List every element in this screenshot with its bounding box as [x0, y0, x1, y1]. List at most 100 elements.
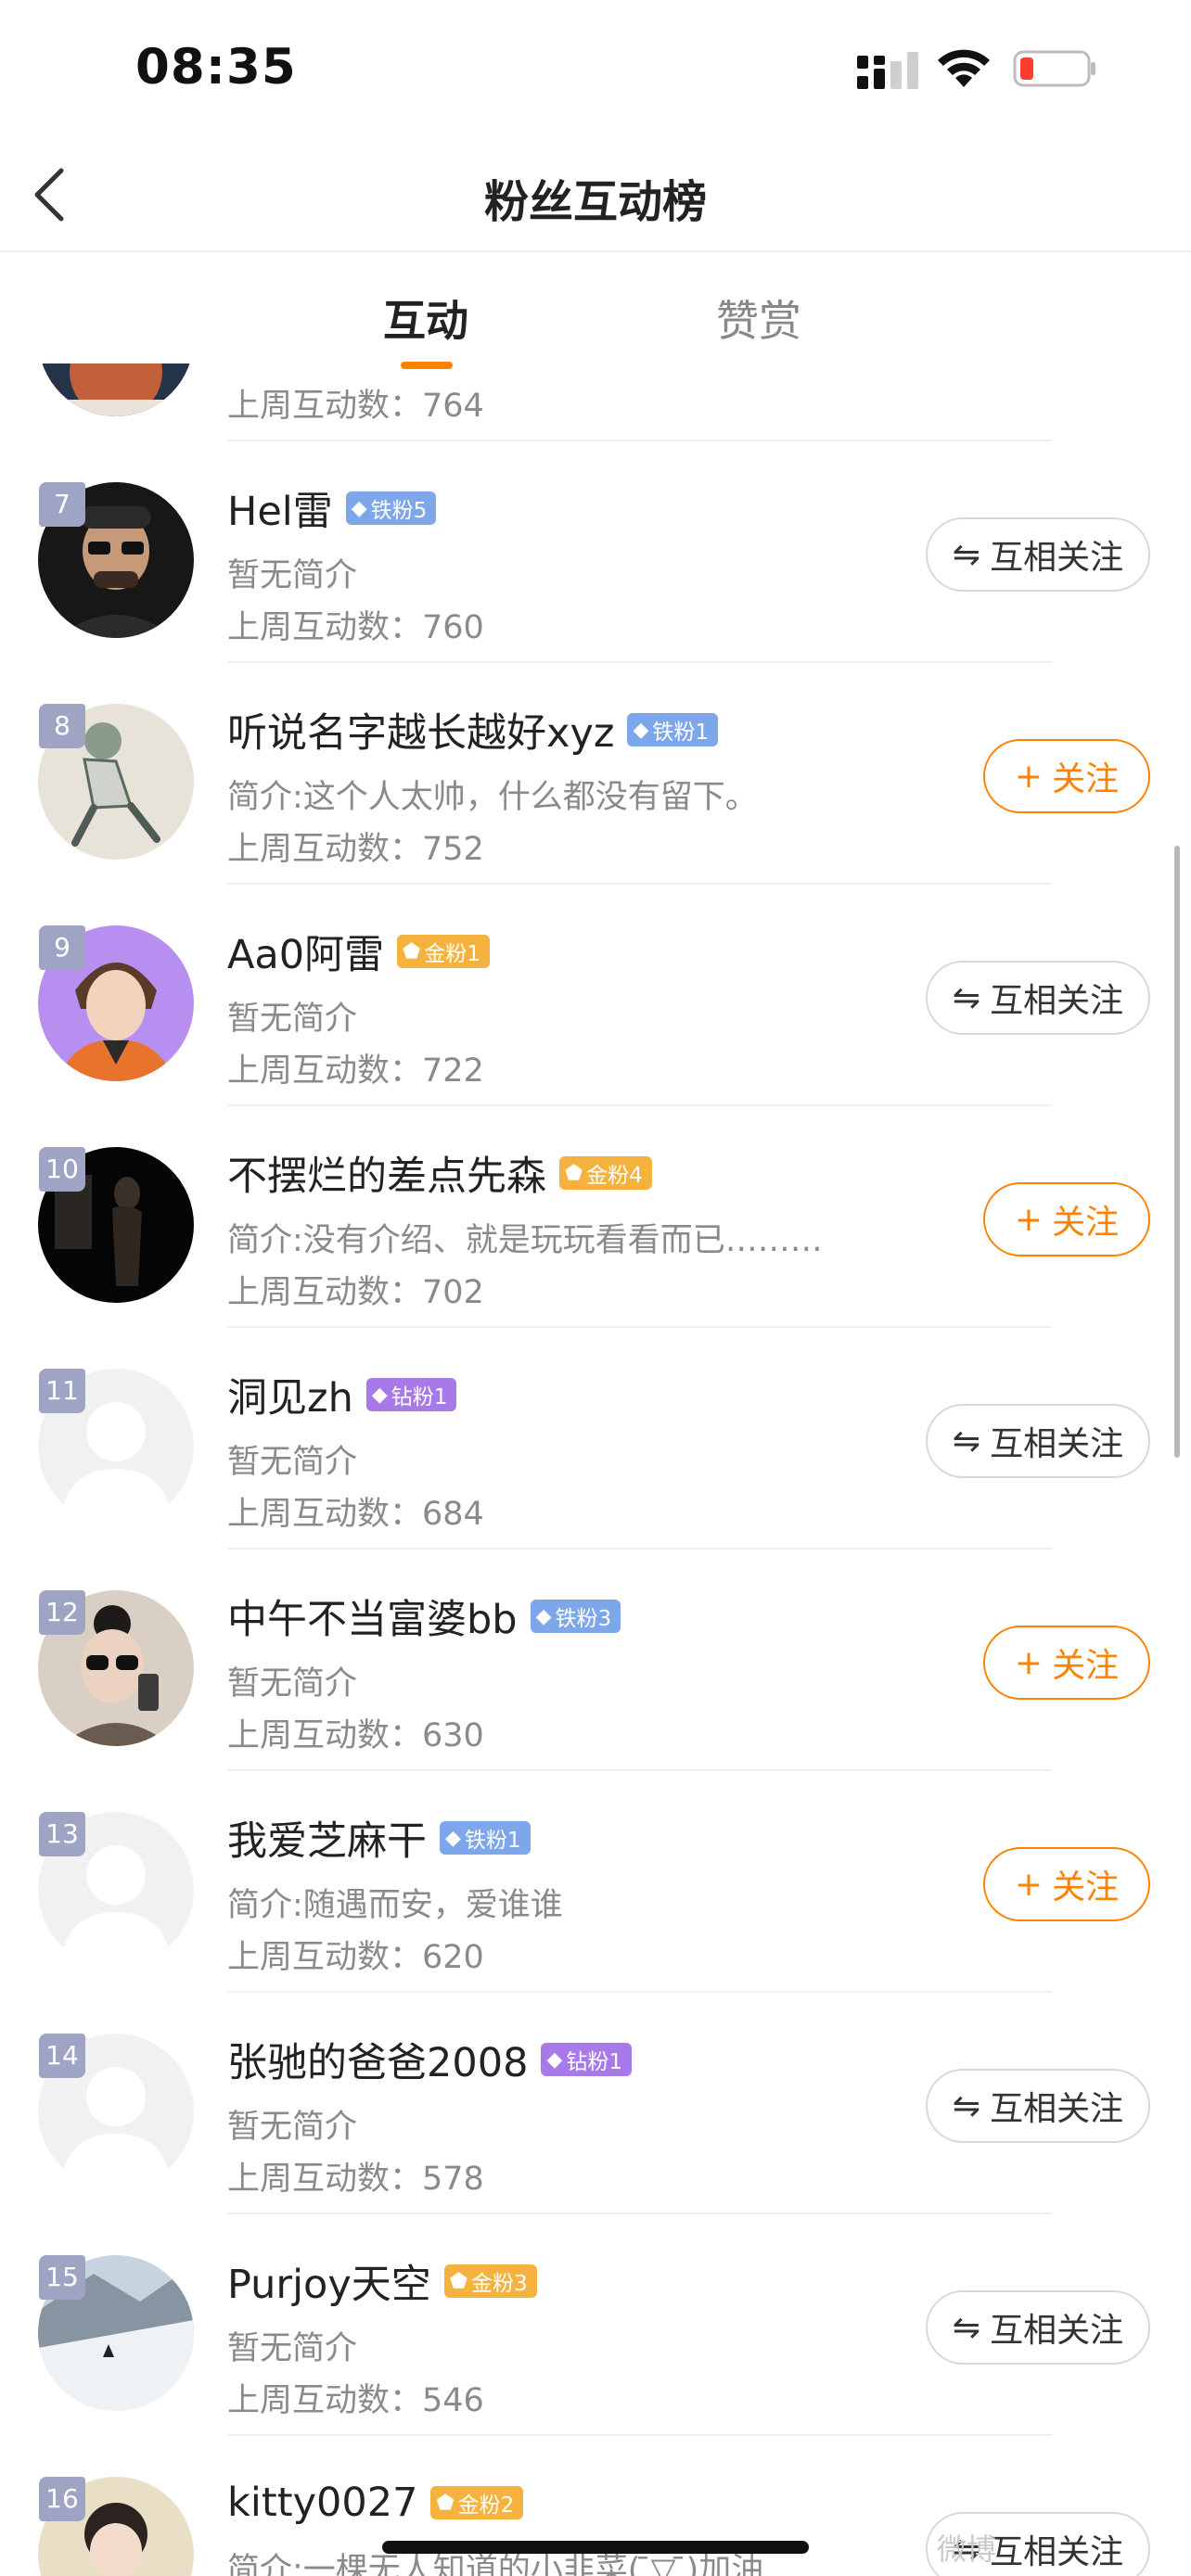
mutual-follow-button[interactable]: ⇋ 互相关注: [926, 2069, 1150, 2143]
page-title: 粉丝互动榜: [483, 176, 707, 228]
fan-level-badge: ⬟ 金粉2: [430, 2486, 524, 2519]
mutual-arrows-icon: ⇋: [952, 978, 981, 1017]
rank-badge: 14: [39, 2034, 85, 2078]
user-bio: 暂无简介: [227, 2109, 358, 2146]
mutual-follow-button[interactable]: ⇋ 互相关注: [926, 961, 1150, 1035]
mutual-arrows-icon: ⇋: [952, 1422, 981, 1460]
weekly-interaction-count: 上周互动数：722: [227, 1052, 484, 1090]
list-item[interactable]: 13 我爱芝麻干 ◆ 铁粉1 简介:随遇而安，爱谁谁 上周互动数：620 + 关注: [0, 1771, 1191, 1993]
username[interactable]: 中午不当富婆bb: [227, 1588, 518, 1645]
weekly-interaction-count: 上周互动数：578: [227, 2161, 484, 2198]
user-bio: 暂无简介: [227, 2330, 358, 2367]
fan-level-badge: ◆ 钻粉1: [541, 2043, 632, 2076]
rank-badge: 15: [39, 2255, 85, 2300]
rank-badge: 12: [39, 1590, 85, 1635]
list-item[interactable]: 9 Aa0阿雷 ⬟ 金粉1 暂无简介 上周互动数：722 ⇋ 互相关注: [0, 885, 1191, 1106]
mutual-follow-button[interactable]: ⇋ 互相关注: [926, 2290, 1150, 2365]
home-indicator[interactable]: [382, 2541, 809, 2554]
rank-badge: 7: [39, 482, 85, 527]
weekly-interaction-count: 上周互动数：546: [227, 2382, 484, 2419]
plus-icon: +: [1014, 1865, 1044, 1904]
gold-gem-icon: ⬟: [565, 1161, 583, 1185]
diamond-gem-icon: ◆: [546, 2047, 563, 2072]
gold-gem-icon: ⬟: [449, 2269, 467, 2293]
weekly-interaction-count: 上周互动数：702: [227, 1274, 484, 1311]
diamond-icon: ◆: [351, 496, 367, 520]
diamond-icon: ◆: [633, 718, 649, 742]
active-tab-indicator: [401, 362, 453, 369]
tab-bar: 互动 赞赏: [0, 252, 1191, 369]
rank-badge: 9: [39, 925, 85, 970]
weekly-interaction-count: 上周互动数：764: [227, 388, 484, 425]
list-item[interactable]: 10 不摆烂的差点先森 ⬟ 金粉4 简介:没有介绍、就是玩玩看看而已……… 上周互…: [0, 1106, 1191, 1328]
list-item[interactable]: 7 Hel雷 ◆ 铁粉5 暂无简介 上周互动数：760 ⇋ 互相关注: [0, 441, 1191, 663]
battery-low-icon: [1013, 50, 1095, 87]
mutual-arrows-icon: ⇋: [952, 2086, 981, 2125]
fan-level-badge: ◆ 铁粉3: [530, 1600, 621, 1633]
diamond-icon: ◆: [445, 1826, 461, 1850]
weekly-interaction-count: 上周互动数：752: [227, 831, 484, 868]
fan-level-badge: ◆ 铁粉1: [627, 713, 719, 746]
status-bar: 08:35: [0, 0, 1191, 139]
weekly-interaction-count: 上周互动数：760: [227, 609, 484, 646]
mutual-follow-button[interactable]: ⇋ 互相关注: [926, 517, 1150, 592]
weekly-interaction-count: 上周互动数：684: [227, 1496, 484, 1533]
username[interactable]: Purjoy天空: [227, 2252, 431, 2310]
user-bio: 简介:这个人太帅，什么都没有留下。: [227, 779, 758, 816]
watermark: 微博: [937, 2531, 997, 2567]
username[interactable]: 听说名字越长越好xyz: [227, 701, 614, 759]
tab-interaction[interactable]: 互动: [383, 287, 468, 349]
list-item[interactable]: 8 听说名字越长越好xyz ◆ 铁粉1 简介:这个人太帅，什么都没有留下。 上周互…: [0, 663, 1191, 885]
fan-ranking-list[interactable]: 上周互动数：764 7 Hel雷 ◆ 铁粉5 暂无简介 上周互动数：760 ⇋ 互相…: [0, 352, 1191, 2576]
user-bio: 暂无简介: [227, 557, 358, 594]
follow-button[interactable]: + 关注: [983, 1182, 1150, 1256]
fan-level-badge: ⬟ 金粉1: [397, 935, 490, 968]
username[interactable]: 不摆烂的差点先森: [227, 1144, 546, 1202]
mutual-arrows-icon: ⇋: [952, 535, 981, 574]
diamond-icon: ◆: [535, 1604, 552, 1628]
username[interactable]: Hel雷: [227, 479, 333, 537]
weekly-interaction-count: 上周互动数：630: [227, 1717, 484, 1754]
list-item[interactable]: 16 kitty0027 ⬟ 金粉2 简介:一棵无人知道的小韭菜( ̄▽ ̄)加油…: [0, 2436, 1191, 2576]
rank-badge: 13: [39, 1812, 85, 1856]
fan-level-badge: ◆ 钻粉1: [365, 1378, 457, 1411]
plus-icon: +: [1014, 1200, 1044, 1239]
wifi-icon: [938, 49, 990, 87]
follow-button[interactable]: + 关注: [983, 1847, 1150, 1921]
gold-gem-icon: ⬟: [436, 2491, 455, 2515]
scrollbar[interactable]: [1174, 846, 1180, 1458]
plus-icon: +: [1014, 757, 1044, 796]
fan-level-badge: ◆ 铁粉5: [345, 491, 437, 525]
rank-badge: 16: [39, 2477, 85, 2521]
username[interactable]: 洞见zh: [227, 1366, 353, 1423]
list-item[interactable]: 11 洞见zh ◆ 钻粉1 暂无简介 上周互动数：684 ⇋ 互相关注: [0, 1328, 1191, 1549]
list-item[interactable]: 上周互动数：764: [0, 352, 1191, 441]
tab-reward[interactable]: 赞赏: [716, 287, 801, 349]
follow-button[interactable]: + 关注: [983, 1626, 1150, 1700]
plus-icon: +: [1014, 1643, 1044, 1682]
mutual-follow-button[interactable]: ⇋ 互相关注: [926, 1404, 1150, 1478]
cellular-signal-icon: [857, 52, 918, 89]
list-item[interactable]: 14 张驰的爸爸2008 ◆ 钻粉1 暂无简介 上周互动数：578 ⇋ 互相关注: [0, 1993, 1191, 2214]
diamond-gem-icon: ◆: [371, 1383, 388, 1407]
username[interactable]: kitty0027: [227, 2480, 417, 2526]
user-bio: 暂无简介: [227, 1444, 358, 1481]
fan-level-badge: ⬟ 金粉3: [443, 2264, 537, 2298]
rank-badge: 8: [39, 704, 85, 748]
follow-button[interactable]: + 关注: [983, 739, 1150, 813]
list-item[interactable]: 15 Purjoy天空 ⬟ 金粉3 暂无简介 上周互动数：546 ⇋ 互相关注: [0, 2214, 1191, 2436]
rank-badge: 10: [39, 1147, 85, 1192]
weekly-interaction-count: 上周互动数：620: [227, 1939, 484, 1976]
fan-level-badge: ⬟ 金粉4: [559, 1156, 652, 1190]
status-time: 08:35: [135, 39, 297, 96]
user-bio: 暂无简介: [227, 1665, 358, 1702]
gold-gem-icon: ⬟: [403, 939, 421, 963]
username[interactable]: Aa0阿雷: [227, 923, 384, 980]
username[interactable]: 张驰的爸爸2008: [227, 2031, 528, 2088]
fan-level-badge: ◆ 铁粉1: [440, 1821, 531, 1855]
nav-bar: 粉丝互动榜: [0, 139, 1191, 252]
mutual-arrows-icon: ⇋: [952, 2308, 981, 2347]
username[interactable]: 我爱芝麻干: [227, 1809, 427, 1867]
list-item[interactable]: 12 中午不当富婆bb ◆ 铁粉3 暂无简介 上周互动数：630 + 关注: [0, 1549, 1191, 1771]
user-bio: 简介:没有介绍、就是玩玩看看而已………: [227, 1222, 823, 1259]
